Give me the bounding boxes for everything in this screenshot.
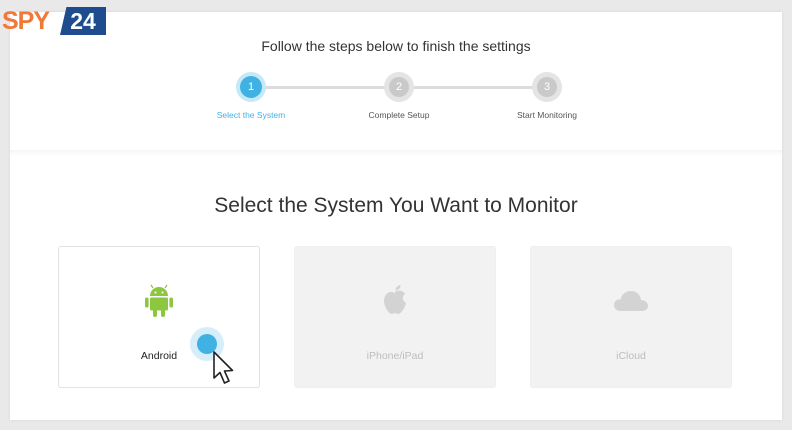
option-icloud-card[interactable]: iCloud — [530, 246, 732, 388]
option-icloud-label: iCloud — [616, 350, 646, 362]
step-1-indicator: 1 — [236, 72, 266, 102]
cloud-icon — [612, 287, 650, 320]
step-select-system: 1 Select the System — [191, 72, 311, 120]
option-iphone-card[interactable]: iPhone/iPad — [294, 246, 496, 388]
step-2-number: 2 — [389, 77, 409, 97]
mouse-pointer-icon — [212, 350, 236, 393]
apple-icon — [380, 283, 410, 324]
section-title: Select the System You Want to Monitor — [214, 194, 578, 217]
brand-logo-right: 24 — [60, 7, 106, 35]
step-start-monitoring: 3 Start Monitoring — [487, 72, 607, 120]
option-iphone-label: iPhone/iPad — [366, 350, 424, 362]
step-2-label: Complete Setup — [368, 110, 430, 120]
step-3-indicator: 3 — [532, 72, 562, 102]
android-icon — [144, 283, 174, 324]
progress-stepper: 1 Select the System 2 Complete Setup 3 S… — [10, 72, 782, 132]
setup-panel: Follow the steps below to finish the set… — [10, 12, 782, 420]
step-1-label: Select the System — [216, 110, 286, 120]
page-heading: Follow the steps below to finish the set… — [261, 38, 531, 54]
step-3-label: Start Monitoring — [517, 110, 577, 120]
step-1-number: 1 — [240, 76, 262, 98]
brand-logo: SPY 24 — [2, 6, 106, 36]
step-3-number: 3 — [537, 77, 557, 97]
brand-logo-left: SPY — [2, 7, 50, 35]
step-2-indicator: 2 — [384, 72, 414, 102]
step-complete-setup: 2 Complete Setup — [339, 72, 459, 120]
section-divider — [10, 150, 782, 156]
